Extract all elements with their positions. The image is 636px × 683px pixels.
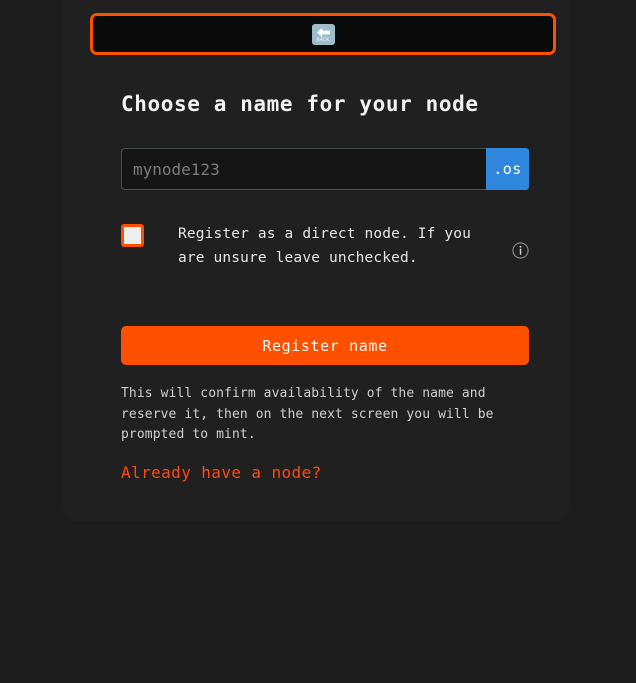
- info-circle-icon[interactable]: [512, 242, 529, 259]
- register-name-button[interactable]: Register name: [121, 326, 529, 365]
- already-have-node-link[interactable]: Already have a node?: [121, 463, 322, 482]
- node-name-row: .os: [121, 148, 529, 190]
- page-title: Choose a name for your node: [121, 92, 479, 116]
- direct-node-checkbox[interactable]: [121, 224, 144, 247]
- back-button[interactable]: BACK: [90, 13, 556, 55]
- direct-node-row: Register as a direct node. If you are un…: [121, 222, 529, 270]
- help-text: This will confirm availability of the na…: [121, 386, 494, 442]
- page-background: BACK Choose a name for your node .os Reg…: [0, 0, 636, 683]
- node-name-input[interactable]: [121, 148, 486, 190]
- back-arrow-icon: BACK: [311, 23, 335, 45]
- direct-node-label: Register as a direct node. If you are un…: [178, 226, 472, 266]
- tld-suffix-label: .os: [486, 148, 529, 190]
- back-icon-label: BACK: [316, 36, 330, 43]
